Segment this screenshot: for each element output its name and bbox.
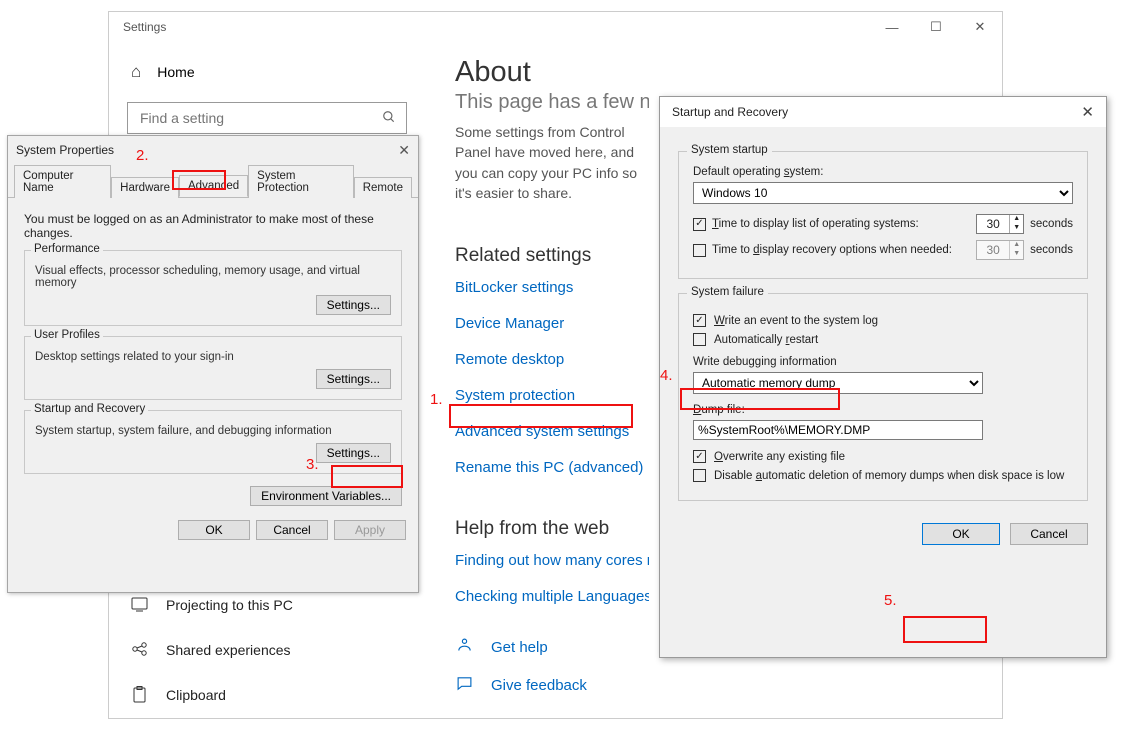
- help-icon: [455, 637, 473, 657]
- cancel-button[interactable]: Cancel: [256, 520, 328, 540]
- search-icon: [382, 110, 396, 127]
- group-title: System failure: [687, 286, 768, 298]
- group-performance: Performance Visual effects, processor sc…: [24, 250, 402, 326]
- startup-title: Startup and Recovery: [672, 105, 788, 119]
- page-title: About: [455, 56, 1002, 89]
- link-help-langs[interactable]: Checking multiple Languages support: [455, 588, 649, 605]
- admin-note: You must be logged on as an Administrato…: [24, 212, 402, 240]
- sidebar-item-shared[interactable]: Shared experiences: [127, 627, 407, 672]
- group-desc: Desktop settings related to your sign-in: [35, 351, 391, 363]
- get-help-link[interactable]: Get help: [491, 639, 548, 656]
- profiles-settings-button[interactable]: Settings...: [316, 369, 391, 389]
- search-input[interactable]: [138, 109, 382, 127]
- auto-restart-checkbox[interactable]: [693, 333, 706, 346]
- time-recovery-checkbox[interactable]: [693, 244, 706, 257]
- link-device-manager[interactable]: Device Manager: [455, 315, 649, 332]
- dump-file-label: Dump file:: [693, 404, 1073, 416]
- disable-deletion-checkbox[interactable]: [693, 469, 706, 482]
- startup-recovery-dialog: Startup and Recovery ✕ System startup De…: [659, 96, 1107, 658]
- maximize-button[interactable]: ☐: [914, 12, 958, 42]
- group-startup-recovery: Startup and Recovery System startup, sys…: [24, 410, 402, 474]
- write-event-checkbox[interactable]: [693, 314, 706, 327]
- cancel-button[interactable]: Cancel: [1010, 523, 1088, 545]
- dump-file-input[interactable]: [693, 420, 983, 440]
- close-icon[interactable]: ✕: [398, 142, 410, 159]
- group-user-profiles: User Profiles Desktop settings related t…: [24, 336, 402, 400]
- group-desc: Visual effects, processor scheduling, me…: [35, 265, 391, 289]
- overwrite-label: Overwrite any existing file: [714, 451, 845, 463]
- sysprop-tabs: Computer Name Hardware Advanced System P…: [8, 164, 418, 198]
- performance-settings-button[interactable]: Settings...: [316, 295, 391, 315]
- sidebar-item-clipboard[interactable]: Clipboard: [127, 672, 407, 717]
- link-bitlocker[interactable]: BitLocker settings: [455, 279, 649, 296]
- group-title: Performance: [31, 243, 103, 255]
- tab-system-protection[interactable]: System Protection: [248, 165, 354, 198]
- link-rename-pc[interactable]: Rename this PC (advanced): [455, 459, 649, 476]
- sidebar-home-label: Home: [157, 64, 194, 80]
- sysprop-titlebar: System Properties ✕: [8, 136, 418, 164]
- tab-computer-name[interactable]: Computer Name: [14, 165, 111, 198]
- sidebar-item-label: Projecting to this PC: [166, 597, 293, 613]
- ok-button[interactable]: OK: [178, 520, 250, 540]
- link-remote-desktop[interactable]: Remote desktop: [455, 351, 649, 368]
- settings-title: Settings: [123, 20, 166, 34]
- system-properties-dialog: System Properties ✕ Computer Name Hardwa…: [7, 135, 419, 593]
- write-event-label: Write an event to the system log: [714, 315, 878, 327]
- page-subtitle: This page has a few new settings: [455, 91, 649, 114]
- tab-hardware[interactable]: Hardware: [111, 177, 179, 198]
- auto-restart-label: Automatically restart: [714, 334, 818, 346]
- link-system-protection[interactable]: System protection: [455, 387, 649, 404]
- feedback-icon: [455, 675, 473, 695]
- page-description: Some settings from Control Panel have mo…: [455, 122, 649, 203]
- clipboard-icon: [131, 686, 148, 703]
- time-list-label: Time to display list of operating system…: [712, 218, 919, 230]
- overwrite-checkbox[interactable]: [693, 450, 706, 463]
- link-advanced-system-settings[interactable]: Advanced system settings: [455, 423, 649, 440]
- time-recovery-label: Time to display recovery options when ne…: [712, 244, 952, 256]
- default-os-label: Default operating system:: [693, 166, 1073, 178]
- startup-titlebar: Startup and Recovery ✕: [660, 97, 1106, 127]
- sidebar-item-label: Clipboard: [166, 687, 226, 703]
- search-box[interactable]: [127, 102, 407, 134]
- sidebar-item-label: Shared experiences: [166, 642, 291, 658]
- apply-button[interactable]: Apply: [334, 520, 406, 540]
- close-button[interactable]: ✕: [958, 12, 1002, 42]
- link-help-cores[interactable]: Finding out how many cores my processor …: [455, 552, 649, 569]
- projecting-icon: [131, 596, 148, 613]
- group-system-startup: System startup Default operating system:…: [678, 151, 1088, 279]
- group-title: User Profiles: [31, 329, 103, 341]
- tab-advanced[interactable]: Advanced: [179, 175, 248, 197]
- give-feedback[interactable]: Give feedback: [455, 675, 1002, 695]
- disable-deletion-label: Disable automatic deletion of memory dum…: [714, 470, 1064, 482]
- shared-icon: [131, 641, 148, 658]
- settings-titlebar: Settings — ☐ ✕: [109, 12, 1002, 42]
- group-desc: System startup, system failure, and debu…: [35, 425, 391, 437]
- time-list-spinner[interactable]: 30▲▼: [976, 214, 1024, 234]
- environment-variables-button[interactable]: Environment Variables...: [250, 486, 402, 506]
- write-dbg-label: Write debugging information: [693, 356, 1073, 368]
- time-recovery-spinner: 30▲▼: [976, 240, 1024, 260]
- minimize-button[interactable]: —: [870, 12, 914, 42]
- feedback-link[interactable]: Give feedback: [491, 677, 587, 694]
- ok-button[interactable]: OK: [922, 523, 1000, 545]
- group-title: Startup and Recovery: [31, 403, 148, 415]
- group-system-failure: System failure Write an event to the sys…: [678, 293, 1088, 501]
- group-title: System startup: [687, 144, 772, 156]
- window-buttons: — ☐ ✕: [870, 12, 1002, 42]
- startup-settings-button[interactable]: Settings...: [316, 443, 391, 463]
- default-os-select[interactable]: Windows 10: [693, 182, 1073, 204]
- tab-remote[interactable]: Remote: [354, 177, 412, 198]
- time-list-checkbox[interactable]: [693, 218, 706, 231]
- sysprop-title: System Properties: [16, 143, 114, 157]
- sidebar-home[interactable]: ⌂ Home: [131, 62, 407, 82]
- dump-type-select[interactable]: Automatic memory dump: [693, 372, 983, 394]
- close-icon[interactable]: ✕: [1081, 103, 1094, 121]
- home-icon: ⌂: [131, 62, 141, 82]
